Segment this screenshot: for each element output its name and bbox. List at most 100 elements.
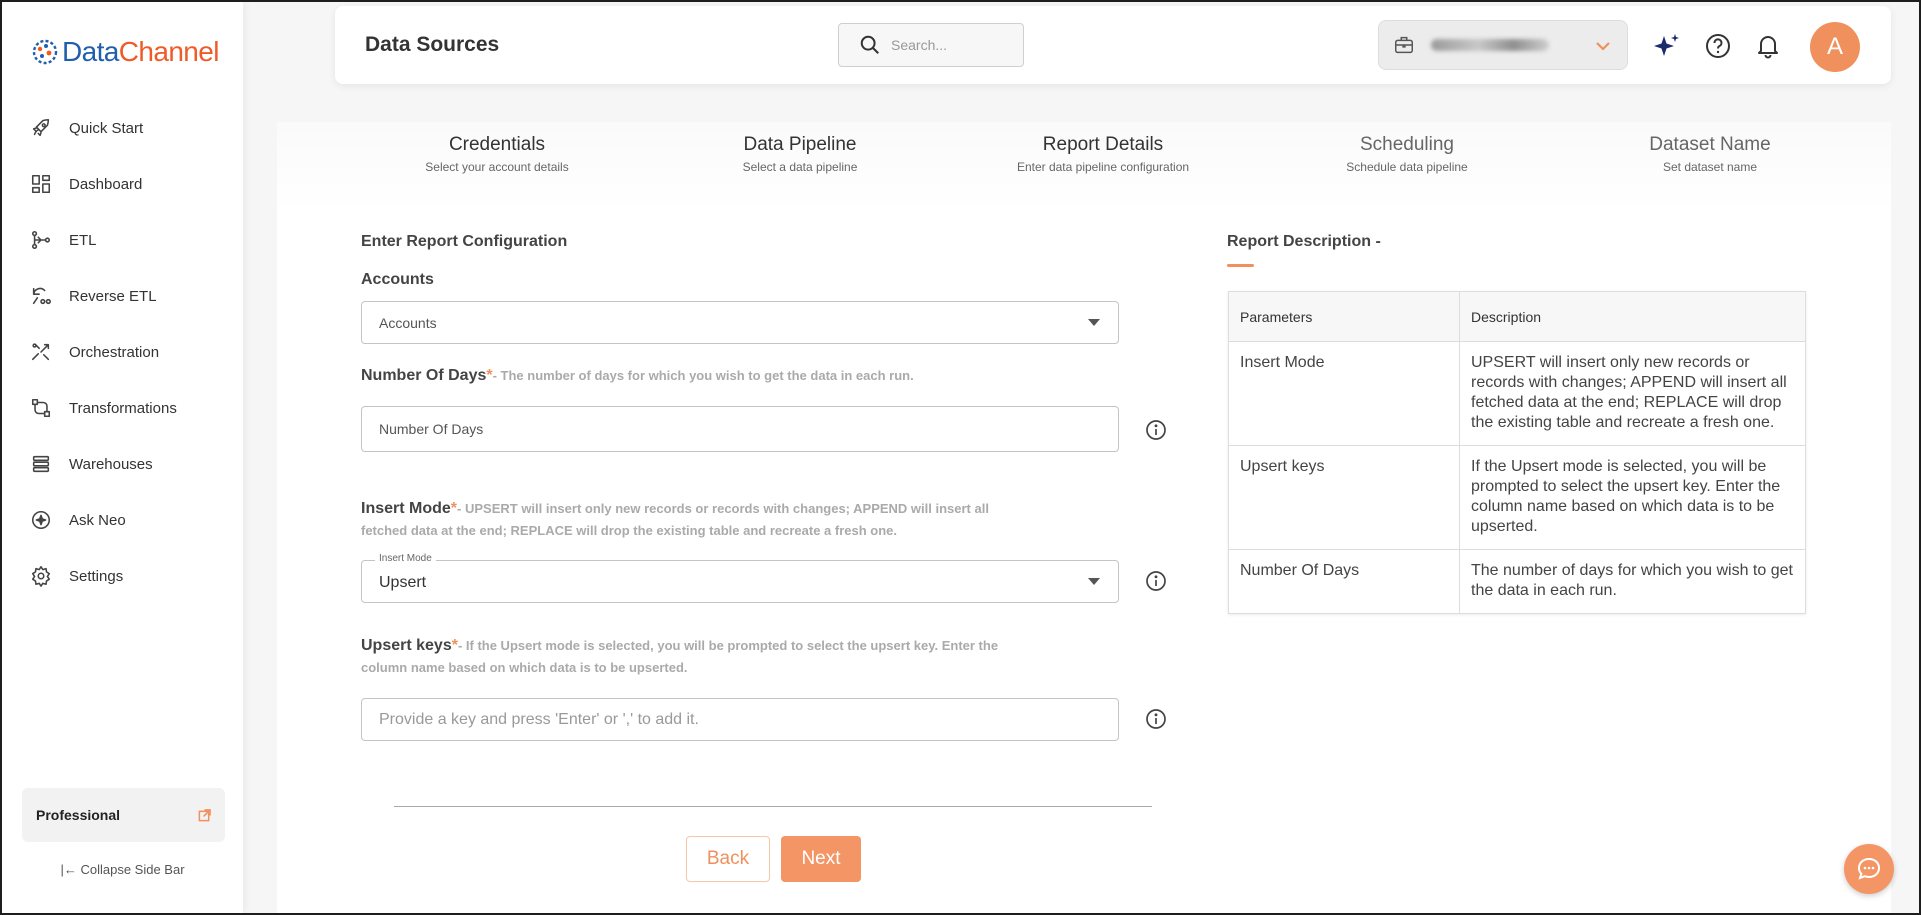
sidebar-item-label: Ask Neo <box>69 511 126 529</box>
search-box[interactable] <box>838 23 1024 67</box>
chat-button[interactable] <box>1844 844 1894 894</box>
step-subtitle: Enter data pipeline configuration <box>1016 160 1190 174</box>
desc-cell: If the Upsert mode is selected, you will… <box>1459 445 1806 550</box>
orchestration-icon <box>31 343 50 361</box>
sidebar-item-orchestration[interactable]: Orchestration <box>2 324 243 380</box>
upsert-keys-label: Upsert keys*- If the Upsert mode is sele… <box>361 635 1041 679</box>
step-report-details[interactable]: Report Details Enter data pipeline confi… <box>973 134 1233 174</box>
plan-card[interactable]: Professional <box>22 788 225 842</box>
title-underline <box>1227 264 1254 267</box>
next-button[interactable]: Next <box>781 836 861 882</box>
param-cell: Number Of Days <box>1228 549 1460 614</box>
accounts-select-value: Accounts <box>379 314 437 331</box>
warehouses-icon <box>32 455 50 473</box>
help-button[interactable] <box>1703 31 1733 61</box>
rocket-icon <box>32 118 50 137</box>
number-of-days-label: Number Of Days*- The number of days for … <box>361 365 914 387</box>
insert-mode-floating-label: Insert Mode <box>375 553 436 564</box>
top-header: Data Sources A <box>335 6 1891 84</box>
table-row: Upsert keys If the Upsert mode is select… <box>1228 445 1806 550</box>
sidebar-item-label: Reverse ETL <box>69 287 157 305</box>
form-heading: Enter Report Configuration <box>361 233 568 250</box>
sidebar-item-label: ETL <box>69 231 97 249</box>
field-label-text: Upsert keys <box>361 637 452 654</box>
avatar[interactable]: A <box>1810 22 1860 72</box>
external-link-icon[interactable] <box>198 808 211 822</box>
sidebar-item-label: Orchestration <box>69 343 160 361</box>
sparkle-icon <box>1654 34 1679 56</box>
info-icon <box>1146 420 1166 440</box>
chevron-down-icon <box>1596 42 1610 51</box>
column-header-parameters: Parameters <box>1228 291 1460 342</box>
collapse-icon: |← <box>60 862 81 877</box>
param-cell: Upsert keys <box>1228 445 1460 550</box>
search-icon <box>860 35 879 54</box>
sidebar-item-label: Dashboard <box>69 175 143 193</box>
ask-neo-icon <box>31 510 51 530</box>
insert-mode-value: Upsert <box>379 573 427 591</box>
search-input[interactable] <box>891 37 1011 53</box>
sidebar-item-dashboard[interactable]: Dashboard <box>2 156 243 212</box>
sidebar-item-reverse-etl[interactable]: Reverse ETL <box>2 268 243 324</box>
sidebar: DataChannel Quick Start Dashboard ETL Re… <box>2 2 243 913</box>
step-scheduling[interactable]: Scheduling Schedule data pipeline <box>1277 134 1537 174</box>
table-row: Insert Mode UPSERT will insert only new … <box>1228 341 1806 446</box>
etl-icon <box>31 230 51 250</box>
logo[interactable]: DataChannel <box>30 36 219 68</box>
step-dataset-name[interactable]: Dataset Name Set dataset name <box>1580 134 1840 174</box>
insert-mode-label: Insert Mode*- UPSERT will insert only ne… <box>361 498 1021 542</box>
insert-mode-info[interactable] <box>1145 570 1167 592</box>
dropdown-arrow-icon <box>1088 578 1100 585</box>
step-subtitle: Schedule data pipeline <box>1346 160 1468 174</box>
help-icon <box>1706 34 1730 58</box>
page-title: Data Sources <box>365 33 500 56</box>
step-subtitle: Select your account details <box>425 160 569 174</box>
param-cell: Insert Mode <box>1228 341 1460 446</box>
insert-mode-select[interactable]: Insert Mode Upsert <box>361 553 1119 603</box>
info-icon <box>1146 571 1166 591</box>
accounts-select[interactable]: Accounts <box>361 301 1119 344</box>
step-subtitle: Set dataset name <box>1662 160 1758 174</box>
collapse-sidebar-button[interactable]: |← Collapse Side Bar <box>2 862 243 877</box>
reverse-etl-icon <box>32 287 51 305</box>
logo-icon <box>32 39 58 65</box>
desc-cell: The number of days for which you wish to… <box>1459 549 1806 614</box>
step-title: Credentials <box>448 134 546 155</box>
collapse-label: Collapse Side Bar <box>80 862 185 877</box>
desc-cell: UPSERT will insert only new records or r… <box>1459 341 1806 446</box>
notifications-button[interactable] <box>1753 31 1783 61</box>
number-of-days-info[interactable] <box>1145 419 1167 441</box>
workspace-selector[interactable] <box>1378 20 1628 70</box>
sidebar-item-label: Warehouses <box>69 455 153 473</box>
sidebar-item-quick-start[interactable]: Quick Start <box>2 100 243 156</box>
field-label-text: Insert Mode <box>361 500 451 517</box>
report-description-title: Report Description - <box>1227 233 1381 250</box>
upsert-keys-placeholder: Provide a key and press 'Enter' or ',' t… <box>379 710 699 728</box>
number-of-days-input[interactable]: Number Of Days <box>361 406 1119 452</box>
sidebar-item-ask-neo[interactable]: Ask Neo <box>2 492 243 548</box>
accounts-label: Accounts <box>361 271 434 288</box>
upsert-keys-input[interactable]: Provide a key and press 'Enter' or ',' t… <box>361 698 1119 741</box>
form-divider <box>394 806 1152 807</box>
report-description-table: Parameters Description Insert Mode UPSER… <box>1228 291 1806 614</box>
step-title: Dataset Name <box>1649 134 1771 155</box>
workspace-name-redacted <box>1431 39 1549 51</box>
transformations-icon <box>31 398 51 418</box>
sidebar-item-settings[interactable]: Settings <box>2 548 243 604</box>
number-of-days-placeholder: Number Of Days <box>379 421 484 437</box>
sidebar-item-transformations[interactable]: Transformations <box>2 380 243 436</box>
ai-sparkle-button[interactable] <box>1652 31 1682 61</box>
step-data-pipeline[interactable]: Data Pipeline Select a data pipeline <box>670 134 930 174</box>
sidebar-item-warehouses[interactable]: Warehouses <box>2 436 243 492</box>
app-window: DataChannel Quick Start Dashboard ETL Re… <box>0 0 1921 915</box>
step-credentials[interactable]: Credentials Select your account details <box>367 134 627 174</box>
logo-text: DataChannel <box>62 36 219 67</box>
chat-bubble-icon <box>1857 857 1881 880</box>
sidebar-item-etl[interactable]: ETL <box>2 212 243 268</box>
upsert-keys-info[interactable] <box>1145 708 1167 730</box>
plan-label: Professional <box>36 807 121 823</box>
step-subtitle: Select a data pipeline <box>742 160 858 174</box>
table-header-row: Parameters Description <box>1228 291 1806 342</box>
back-button[interactable]: Back <box>686 836 770 882</box>
dashboard-icon <box>31 174 51 194</box>
